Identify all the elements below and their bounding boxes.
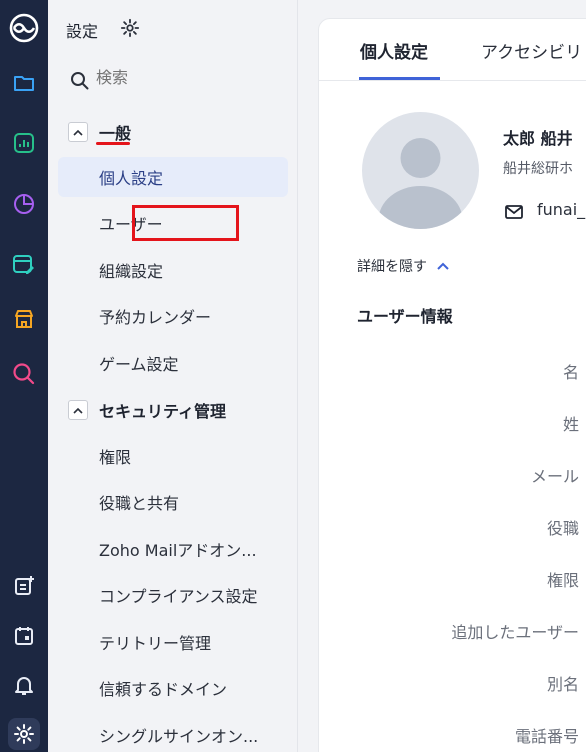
sidebar-item-compliance[interactable]: コンプライアンス設定 [58, 575, 288, 615]
hide-details-toggle[interactable]: 詳細を隠す [357, 256, 449, 276]
field-label-last-name: 姓 [562, 415, 579, 434]
user-org: 船井総研ホ [503, 161, 573, 177]
pie-chart-icon[interactable] [8, 188, 40, 220]
sidebar-item-sso[interactable]: シングルサインオン... [58, 715, 288, 752]
tab-bar: 個人設定 アクセシビリ [319, 19, 586, 81]
field-label-first-name: 名 [562, 363, 579, 382]
user-email: funai_ [537, 200, 586, 219]
field-label-added-by: 追加したユーザー [451, 623, 579, 642]
store-icon[interactable] [8, 303, 40, 335]
calendar-icon[interactable] [8, 620, 40, 652]
field-label-role: 役職 [546, 519, 579, 538]
field-label-alias: 別名 [546, 675, 579, 694]
avatar[interactable] [362, 112, 479, 229]
mail-icon [505, 204, 523, 219]
sidebar-item-permissions[interactable]: 権限 [58, 436, 288, 476]
sidebar-item-booking-calendar[interactable]: 予約カレンダー [58, 296, 288, 336]
search-icon [70, 71, 90, 91]
analytics-icon[interactable] [8, 127, 40, 159]
app-icon-rail [0, 0, 48, 752]
group-label: セキュリティ管理 [99, 402, 227, 421]
sidebar-item-trusted-domains[interactable]: 信頼するドメイン [58, 668, 288, 708]
add-note-icon[interactable] [8, 570, 40, 602]
sidebar-title: 設定 [66, 22, 99, 41]
search-input[interactable] [96, 68, 276, 87]
sidebar-item-territory[interactable]: テリトリー管理 [58, 622, 288, 662]
chevron-up-icon[interactable] [68, 122, 88, 142]
group-security[interactable]: セキュリティ管理 [68, 398, 226, 422]
main-panel: 個人設定 アクセシビリ 太郎 船井 船井総研ホ funai_ 詳細を隠す ユーザ… [318, 18, 586, 752]
active-tab-indicator [359, 77, 440, 80]
calendar-edit-icon[interactable] [8, 248, 40, 280]
gear-icon[interactable] [8, 718, 40, 750]
zoho-logo-icon[interactable] [8, 12, 40, 44]
tab-accessibility[interactable]: アクセシビリ [481, 38, 582, 63]
sidebar-item-org-settings[interactable]: 組織設定 [58, 250, 288, 290]
settings-gear-icon[interactable] [120, 18, 140, 38]
annotation-underline [96, 142, 130, 145]
chevron-up-icon [437, 262, 449, 270]
sidebar-item-roles-sharing[interactable]: 役職と共有 [58, 482, 288, 522]
field-label-permission: 権限 [546, 571, 579, 590]
sidebar-item-zoho-mail-addon[interactable]: Zoho Mailアドオン... [58, 529, 288, 569]
settings-sidebar: 設定 一般 個人設定 ユーザー 組織設定 予約カレンダー ゲーム設定 セキュリテ… [48, 0, 298, 752]
sidebar-item-personal-settings[interactable]: 個人設定 [58, 157, 288, 197]
group-general[interactable]: 一般 [68, 120, 131, 144]
field-label-phone: 電話番号 [514, 727, 579, 746]
user-name: 太郎 船井 [503, 129, 573, 148]
chevron-up-icon[interactable] [68, 400, 88, 420]
section-title: ユーザー情報 [357, 307, 453, 326]
sidebar-item-game-settings[interactable]: ゲーム設定 [58, 343, 288, 383]
bell-icon[interactable] [8, 669, 40, 701]
field-label-email: メール [530, 467, 579, 486]
group-label: 一般 [99, 124, 132, 143]
tab-personal-settings[interactable]: 個人設定 [360, 38, 428, 63]
folder-icon[interactable] [8, 67, 40, 99]
annotation-highlight-box [132, 205, 239, 241]
search-analytics-icon[interactable] [8, 358, 40, 390]
